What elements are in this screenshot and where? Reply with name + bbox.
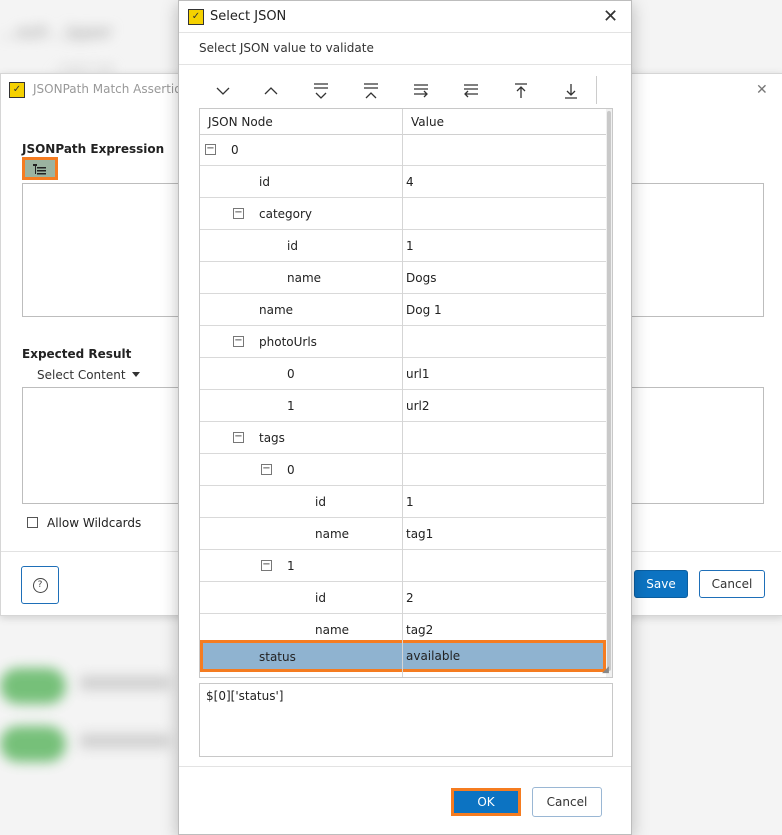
expected-result-label: Expected Result: [22, 347, 132, 361]
json-value: 1: [406, 239, 414, 253]
json-node-label: name: [287, 271, 322, 285]
json-node-label: 0: [287, 463, 295, 477]
collapse-toggle-icon[interactable]: −: [261, 464, 272, 475]
json-node-label: 1: [287, 559, 295, 573]
dialog-title: JSONPath Match Assertion: [33, 82, 190, 96]
column-header-value: Value: [411, 115, 444, 129]
json-node-label: id: [287, 239, 298, 253]
move-bottom-icon[interactable]: [561, 81, 581, 101]
json-node-label: name: [315, 623, 350, 637]
allow-wildcards-label: Allow Wildcards: [47, 516, 142, 530]
expand-icon[interactable]: [213, 81, 233, 101]
help-button[interactable]: ?: [21, 566, 59, 604]
expand-all-icon[interactable]: [311, 81, 331, 101]
table-row[interactable]: 0 url1: [200, 358, 606, 390]
background-badge: [0, 726, 66, 762]
json-node-label: 0: [287, 367, 295, 381]
collapse-icon[interactable]: [261, 81, 281, 101]
toolbar-separator: [596, 76, 597, 104]
allow-wildcards-checkbox[interactable]: [27, 517, 38, 528]
cancel-button[interactable]: Cancel: [699, 570, 765, 598]
table-row[interactable]: id 4: [200, 166, 606, 198]
json-node-label: id: [315, 495, 326, 509]
json-node-label: name: [315, 527, 350, 541]
table-row[interactable]: − 1: [200, 550, 606, 582]
indent-left-icon[interactable]: [461, 81, 481, 101]
json-node-label: photoUrls: [259, 335, 317, 349]
table-row[interactable]: − 0: [200, 134, 606, 166]
collapse-toggle-icon[interactable]: −: [233, 208, 244, 219]
collapse-toggle-icon[interactable]: −: [261, 560, 272, 571]
json-node-label: 0: [231, 143, 239, 157]
collapse-toggle-icon[interactable]: −: [205, 144, 216, 155]
help-icon: ?: [32, 577, 48, 593]
collapse-toggle-icon[interactable]: −: [233, 432, 244, 443]
background-badge: [0, 668, 66, 704]
background-title: ...esh ..ipper: [0, 22, 113, 43]
json-value: tag1: [406, 527, 434, 541]
table-row[interactable]: − photoUrls: [200, 326, 606, 358]
column-header-node: JSON Node: [208, 115, 273, 129]
chevron-down-icon[interactable]: [132, 372, 140, 377]
table-row[interactable]: name Dogs: [200, 262, 606, 294]
collapse-all-icon[interactable]: [361, 81, 381, 101]
dialog-subtitle: Select JSON value to validate: [199, 41, 374, 55]
table-row[interactable]: − 0: [200, 454, 606, 486]
scrollbar-thumb[interactable]: [607, 111, 611, 671]
json-path-preview[interactable]: $[0]['status']: [199, 683, 613, 757]
json-value: 1: [406, 495, 414, 509]
background-text-block: [80, 676, 170, 690]
table-row[interactable]: id 1: [200, 230, 606, 262]
json-node-label: id: [315, 591, 326, 605]
json-value: url2: [406, 399, 430, 413]
resize-grip-icon[interactable]: ◢: [602, 665, 609, 675]
collapse-toggle-icon[interactable]: −: [233, 336, 244, 347]
divider: [179, 32, 631, 33]
json-tree-table: JSON Node Value − 0 id 4 − category id 1…: [199, 108, 613, 678]
parasoft-app-icon: ✓: [188, 9, 204, 25]
table-row[interactable]: name Dog 1: [200, 294, 606, 326]
json-node-label: tags: [259, 431, 285, 445]
dialog-title: Select JSON: [210, 9, 287, 24]
tree-picker-icon: [33, 163, 46, 174]
close-icon[interactable]: ✕: [756, 82, 768, 98]
parasoft-app-icon: ✓: [9, 82, 25, 98]
table-header: JSON Node Value: [200, 109, 606, 135]
table-row[interactable]: id 2: [200, 582, 606, 614]
cancel-button[interactable]: Cancel: [532, 787, 602, 817]
table-row[interactable]: − tags: [200, 422, 606, 454]
json-value: Dog 1: [406, 303, 442, 317]
json-value: url1: [406, 367, 430, 381]
background-text-block: [80, 734, 170, 748]
json-value: tag2: [406, 623, 434, 637]
table-row[interactable]: 1 url2: [200, 390, 606, 422]
column-divider: [402, 109, 403, 677]
ok-button[interactable]: OK: [451, 788, 521, 816]
table-row[interactable]: id 1: [200, 486, 606, 518]
json-node-label: name: [259, 303, 294, 317]
json-path-text: $[0]['status']: [206, 689, 284, 703]
divider: [179, 64, 631, 65]
table-row[interactable]: name tag1: [200, 518, 606, 550]
json-node-label: category: [259, 207, 313, 221]
table-row-selected[interactable]: status available: [200, 640, 606, 672]
jsonpath-expression-label: JSONPath Expression: [22, 142, 165, 156]
json-value: available: [406, 649, 461, 663]
json-tree-picker-button[interactable]: [22, 157, 58, 180]
save-button[interactable]: Save: [634, 570, 688, 598]
move-top-icon[interactable]: [511, 81, 531, 101]
indent-right-icon[interactable]: [411, 81, 431, 101]
json-value: 2: [406, 591, 414, 605]
table-row[interactable]: − category: [200, 198, 606, 230]
divider: [179, 766, 631, 767]
json-node-label: status: [259, 650, 296, 664]
select-json-dialog: ✓ Select JSON ✕ Select JSON value to val…: [178, 0, 632, 835]
close-icon[interactable]: ✕: [603, 6, 618, 27]
json-node-label: 1: [287, 399, 295, 413]
select-content-dropdown[interactable]: Select Content: [37, 368, 126, 382]
json-value: 4: [406, 175, 414, 189]
json-node-label: id: [259, 175, 270, 189]
json-value: Dogs: [406, 271, 437, 285]
